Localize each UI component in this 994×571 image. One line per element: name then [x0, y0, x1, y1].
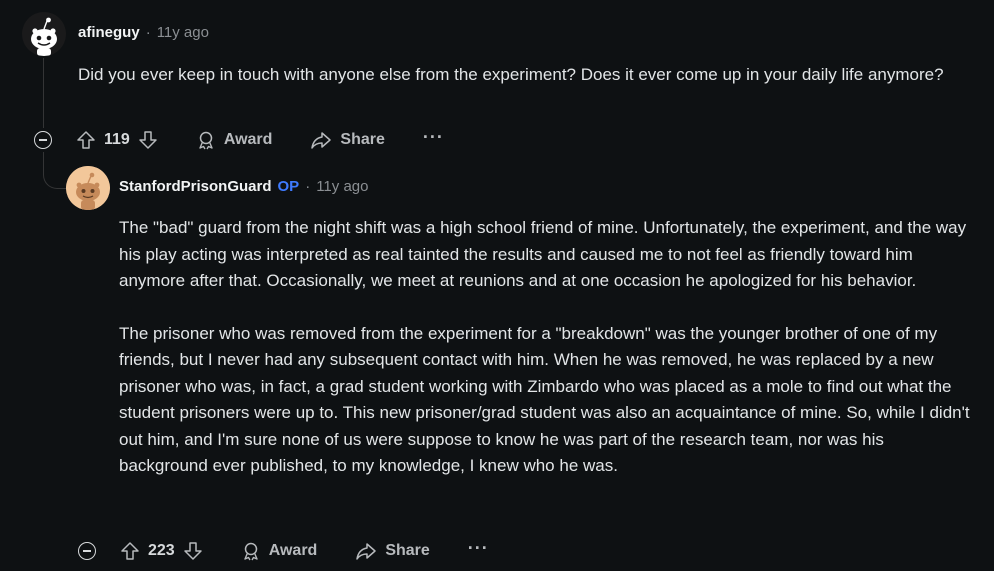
comment-body: Did you ever keep in touch with anyone e…: [78, 62, 958, 89]
award-label: Award: [223, 131, 273, 148]
comment-meta: StanfordPrisonGuard OP · 11y ago: [119, 178, 368, 195]
timestamp[interactable]: 11y ago: [157, 24, 209, 41]
thread-line[interactable]: [43, 58, 44, 128]
collapse-icon[interactable]: [78, 542, 96, 560]
award-button[interactable]: Award: [196, 130, 273, 150]
timestamp[interactable]: 11y ago: [316, 178, 368, 195]
author-name[interactable]: afineguy: [78, 24, 140, 41]
award-button[interactable]: Award: [241, 541, 318, 561]
downvote-icon[interactable]: [183, 541, 203, 561]
op-badge: OP: [277, 178, 300, 195]
award-icon: [244, 542, 258, 561]
upvote-icon[interactable]: [120, 541, 140, 561]
avatar[interactable]: [22, 12, 66, 56]
share-label: Share: [340, 131, 385, 148]
comment-paragraph: Did you ever keep in touch with anyone e…: [78, 65, 944, 84]
comment-thread: afineguy · 11y ago Did you ever keep in …: [0, 0, 994, 571]
snoo-avatar-icon: [22, 12, 66, 56]
vote-count: 223: [148, 542, 175, 559]
snoo-avatar-icon: [66, 166, 110, 210]
share-icon: [356, 543, 377, 560]
comment-meta: afineguy · 11y ago: [78, 24, 209, 41]
collapse-icon[interactable]: [34, 131, 52, 149]
more-icon[interactable]: ···: [423, 128, 444, 148]
share-icon: [311, 132, 332, 149]
vote-count: 119: [104, 131, 130, 148]
meta-separator: ·: [145, 24, 151, 41]
author-name[interactable]: StanfordPrisonGuard: [119, 178, 272, 195]
share-label: Share: [385, 542, 430, 559]
comment-paragraph: The prisoner who was removed from the ex…: [119, 323, 970, 476]
award-label: Award: [268, 542, 318, 559]
reply-connector: [43, 152, 66, 189]
upvote-icon[interactable]: [76, 130, 96, 150]
share-button[interactable]: Share: [310, 130, 385, 150]
more-icon[interactable]: ···: [468, 539, 489, 559]
award-icon: [199, 131, 213, 150]
comment-body: The "bad" guard from the night shift was…: [119, 215, 975, 480]
meta-separator: ·: [305, 178, 311, 195]
comment-actions: 119 Award Share ···: [34, 126, 444, 154]
avatar[interactable]: [66, 166, 110, 210]
downvote-icon[interactable]: [138, 130, 158, 150]
comment-actions: 223 Award Share ···: [78, 537, 489, 565]
vote-group: 119: [76, 130, 158, 150]
share-button[interactable]: Share: [355, 541, 430, 561]
comment-paragraph: The "bad" guard from the night shift was…: [119, 218, 967, 290]
vote-group: 223: [120, 541, 203, 561]
